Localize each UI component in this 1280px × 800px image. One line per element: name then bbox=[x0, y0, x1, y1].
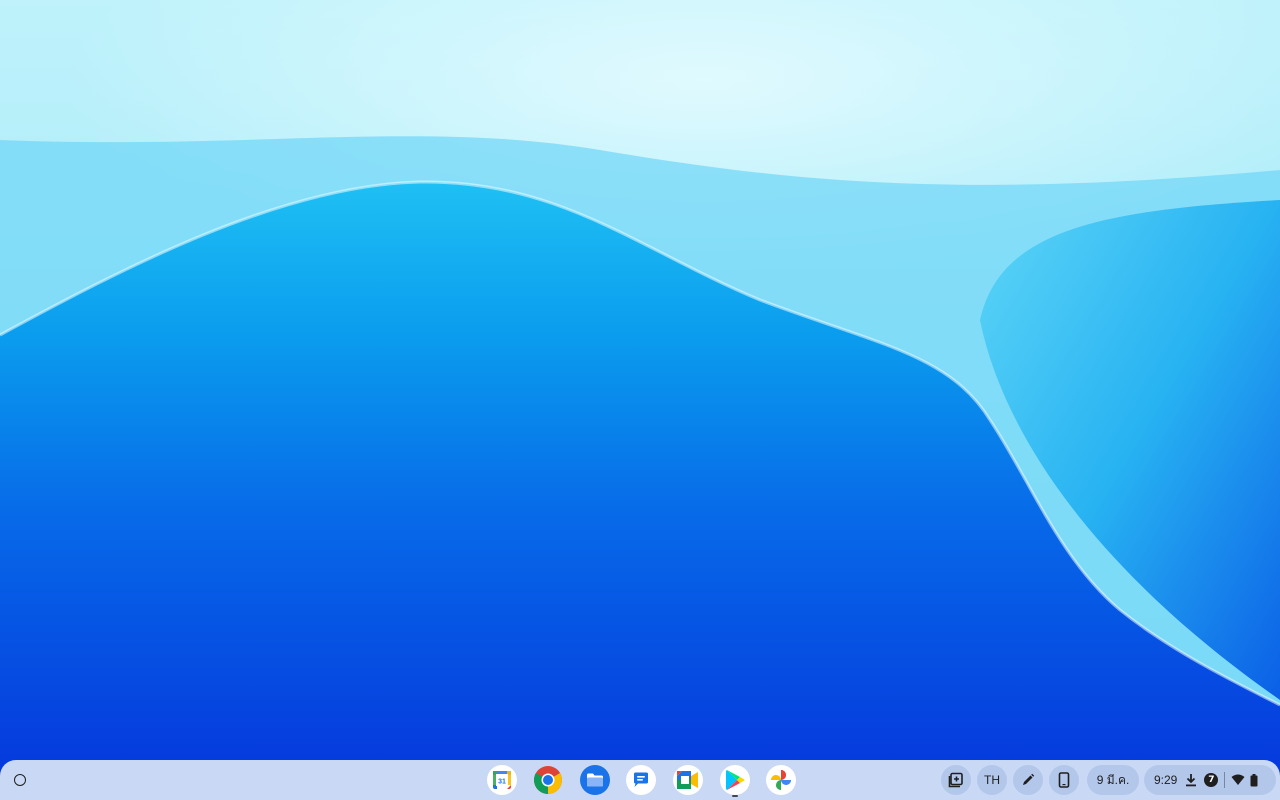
app-calendar[interactable]: 31 bbox=[487, 765, 517, 795]
launcher-button[interactable] bbox=[6, 766, 34, 794]
wallpaper-wave bbox=[0, 0, 1280, 800]
chrome-icon bbox=[534, 766, 562, 794]
phone-hub-button[interactable] bbox=[1049, 765, 1079, 795]
app-files[interactable] bbox=[580, 765, 610, 795]
play-store-running-indicator bbox=[732, 795, 738, 797]
folder-icon bbox=[587, 773, 603, 787]
desktop: 31 TH 9 มี.ค. 9:29 7 bbox=[0, 0, 1280, 800]
app-meet[interactable] bbox=[673, 765, 703, 795]
input-method-button[interactable]: TH bbox=[977, 765, 1007, 795]
input-method-label: TH bbox=[984, 773, 1000, 787]
launcher-circle-icon bbox=[14, 774, 26, 786]
messages-icon bbox=[634, 772, 648, 787]
wifi-icon bbox=[1231, 774, 1245, 785]
play-store-icon bbox=[726, 770, 745, 790]
pen-icon bbox=[1023, 773, 1035, 785]
status-separator bbox=[1224, 772, 1226, 788]
battery-icon bbox=[1250, 773, 1258, 786]
clipboard-button[interactable] bbox=[941, 765, 971, 795]
date-label: 9 มี.ค. bbox=[1096, 772, 1130, 787]
phone-icon bbox=[1058, 772, 1070, 788]
time-label: 9:29 bbox=[1154, 773, 1178, 787]
stylus-tools-button[interactable] bbox=[1013, 765, 1043, 795]
shelf: 31 TH 9 มี.ค. 9:29 7 bbox=[0, 760, 1280, 800]
app-play-store[interactable] bbox=[720, 765, 750, 795]
status-area-button[interactable]: 9:29 7 bbox=[1144, 765, 1276, 795]
date-button[interactable]: 9 มี.ค. bbox=[1087, 765, 1139, 795]
app-messages[interactable] bbox=[626, 765, 656, 795]
app-photos[interactable] bbox=[766, 765, 796, 795]
download-icon bbox=[1186, 774, 1197, 787]
meet-icon bbox=[677, 771, 698, 789]
calendar-icon: 31 bbox=[493, 771, 511, 789]
photos-icon bbox=[771, 770, 791, 790]
svg-text:31: 31 bbox=[498, 779, 506, 786]
app-chrome[interactable] bbox=[533, 765, 563, 795]
notification-count-badge: 7 bbox=[1204, 773, 1219, 787]
clipboard-add-icon bbox=[948, 772, 963, 788]
